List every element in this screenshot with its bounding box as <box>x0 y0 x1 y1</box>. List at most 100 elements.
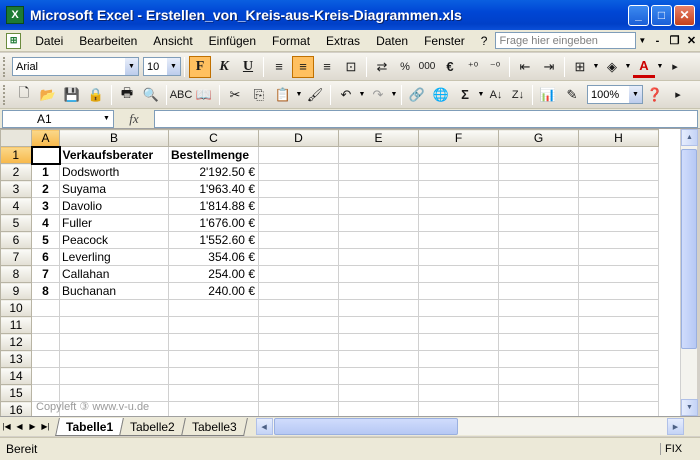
menu-help[interactable]: ? <box>473 34 496 48</box>
cell[interactable] <box>418 282 499 300</box>
cell[interactable] <box>498 180 579 198</box>
percent-button[interactable]: % <box>395 56 415 78</box>
cell[interactable] <box>258 350 339 368</box>
research-icon[interactable]: 📖 <box>193 84 215 106</box>
cell[interactable] <box>59 367 169 385</box>
thousands-button[interactable]: 000 <box>417 56 437 78</box>
minimize-button[interactable]: _ <box>628 4 649 26</box>
align-center-icon[interactable]: ≡ <box>292 55 314 78</box>
cell[interactable] <box>59 384 169 402</box>
cell[interactable] <box>578 197 659 215</box>
cell-value[interactable]: 1'814.88 € <box>168 197 259 215</box>
cell[interactable] <box>31 350 60 368</box>
fill-color-icon[interactable]: ◈ <box>601 56 623 78</box>
row-header[interactable]: 13 <box>0 350 32 368</box>
toolbar-options-icon[interactable]: ▸ <box>665 56 685 78</box>
cell[interactable] <box>338 248 419 266</box>
cell[interactable] <box>578 333 659 351</box>
chevron-down-icon[interactable]: ▼ <box>295 91 303 98</box>
cell[interactable] <box>578 316 659 334</box>
cell-index[interactable]: 1 <box>31 163 60 181</box>
cell[interactable] <box>338 197 419 215</box>
currency-button[interactable]: € <box>439 56 461 78</box>
scroll-up-icon[interactable]: ▲ <box>681 129 698 146</box>
menu-format[interactable]: Format <box>264 34 318 48</box>
insert-function-button[interactable]: fx <box>114 111 154 127</box>
format-painter-icon[interactable]: 🖌 <box>304 84 326 106</box>
row-header[interactable]: 15 <box>0 384 32 402</box>
formula-input[interactable] <box>154 109 698 128</box>
redo-icon[interactable]: ↷ <box>367 84 389 106</box>
menu-daten[interactable]: Daten <box>368 34 416 48</box>
cell[interactable] <box>578 265 659 283</box>
cell[interactable] <box>258 146 339 164</box>
cell[interactable] <box>578 384 659 402</box>
cell[interactable] <box>498 401 579 416</box>
chart-wizard-icon[interactable]: 📊 <box>537 84 559 106</box>
horizontal-scrollbar[interactable]: ◀ ▶ <box>255 418 684 435</box>
cell[interactable] <box>418 333 499 351</box>
cell[interactable] <box>418 367 499 385</box>
toolbar-grip[interactable] <box>3 84 9 105</box>
cell[interactable] <box>578 401 659 416</box>
autosum-button[interactable]: Σ <box>454 84 476 106</box>
drawing-icon[interactable]: ✎ <box>561 84 583 106</box>
row-header[interactable]: 12 <box>0 333 32 351</box>
excel-app-icon[interactable]: X <box>6 6 24 24</box>
cell[interactable] <box>498 367 579 385</box>
sheet-tab-tabelle2[interactable]: Tabelle2 <box>119 417 186 436</box>
cell[interactable] <box>418 197 499 215</box>
internet-icon[interactable]: 🌐 <box>430 84 452 106</box>
cell[interactable] <box>338 316 419 334</box>
column-header-f[interactable]: F <box>418 129 499 147</box>
print-icon[interactable]: 🖶 <box>116 84 138 106</box>
decrease-decimal-icon[interactable]: ⁻⁰ <box>485 56 505 78</box>
cell[interactable] <box>258 401 339 416</box>
cell[interactable] <box>258 248 339 266</box>
name-box[interactable]: A1 ▼ <box>2 109 114 128</box>
menu-ansicht[interactable]: Ansicht <box>145 34 200 48</box>
row-header[interactable]: 14 <box>0 367 32 385</box>
cell[interactable] <box>338 231 419 249</box>
cell[interactable] <box>498 265 579 283</box>
cell[interactable] <box>498 316 579 334</box>
borders-icon[interactable]: ⊞ <box>569 56 591 78</box>
column-header-b[interactable]: B <box>59 129 169 147</box>
row-header[interactable]: 10 <box>0 299 32 317</box>
cell-index[interactable]: 6 <box>31 248 60 266</box>
cell-c1[interactable]: Bestellmenge <box>168 146 259 164</box>
cell-index[interactable]: 5 <box>31 231 60 249</box>
cell[interactable] <box>168 401 259 416</box>
cell[interactable] <box>258 214 339 232</box>
toolbar-grip[interactable] <box>3 56 9 77</box>
prev-sheet-icon[interactable]: ◀ <box>13 422 26 431</box>
underline-button[interactable]: U <box>237 56 259 78</box>
cell-value[interactable]: 1'963.40 € <box>168 180 259 198</box>
chevron-down-icon[interactable]: ▼ <box>624 63 632 70</box>
cell[interactable] <box>498 333 579 351</box>
row-header[interactable]: 16 <box>0 401 32 416</box>
cell[interactable] <box>338 299 419 317</box>
cell[interactable] <box>168 333 259 351</box>
cell-name[interactable]: Suyama <box>59 180 169 198</box>
cell-name[interactable]: Peacock <box>59 231 169 249</box>
column-header-d[interactable]: D <box>258 129 339 147</box>
sheet-tab-tabelle1[interactable]: Tabelle1 <box>55 417 125 436</box>
cell[interactable] <box>498 197 579 215</box>
cell[interactable] <box>59 333 169 351</box>
chevron-down-icon[interactable]: ▼ <box>100 111 113 127</box>
cell-index[interactable]: 8 <box>31 282 60 300</box>
cell[interactable] <box>59 350 169 368</box>
close-button[interactable]: ✕ <box>674 4 695 26</box>
column-header-h[interactable]: H <box>578 129 659 147</box>
row-header[interactable]: 2 <box>0 163 32 181</box>
row-header[interactable]: 4 <box>0 197 32 215</box>
new-document-icon[interactable]: 🗋 <box>13 84 35 106</box>
cell-a1[interactable] <box>30 145 61 165</box>
next-sheet-icon[interactable]: ▶ <box>26 422 39 431</box>
cell[interactable] <box>338 401 419 416</box>
cell[interactable] <box>418 265 499 283</box>
menu-fenster[interactable]: Fenster <box>416 34 473 48</box>
column-header-a[interactable]: A <box>31 129 60 147</box>
menu-datei[interactable]: Datei <box>27 34 71 48</box>
